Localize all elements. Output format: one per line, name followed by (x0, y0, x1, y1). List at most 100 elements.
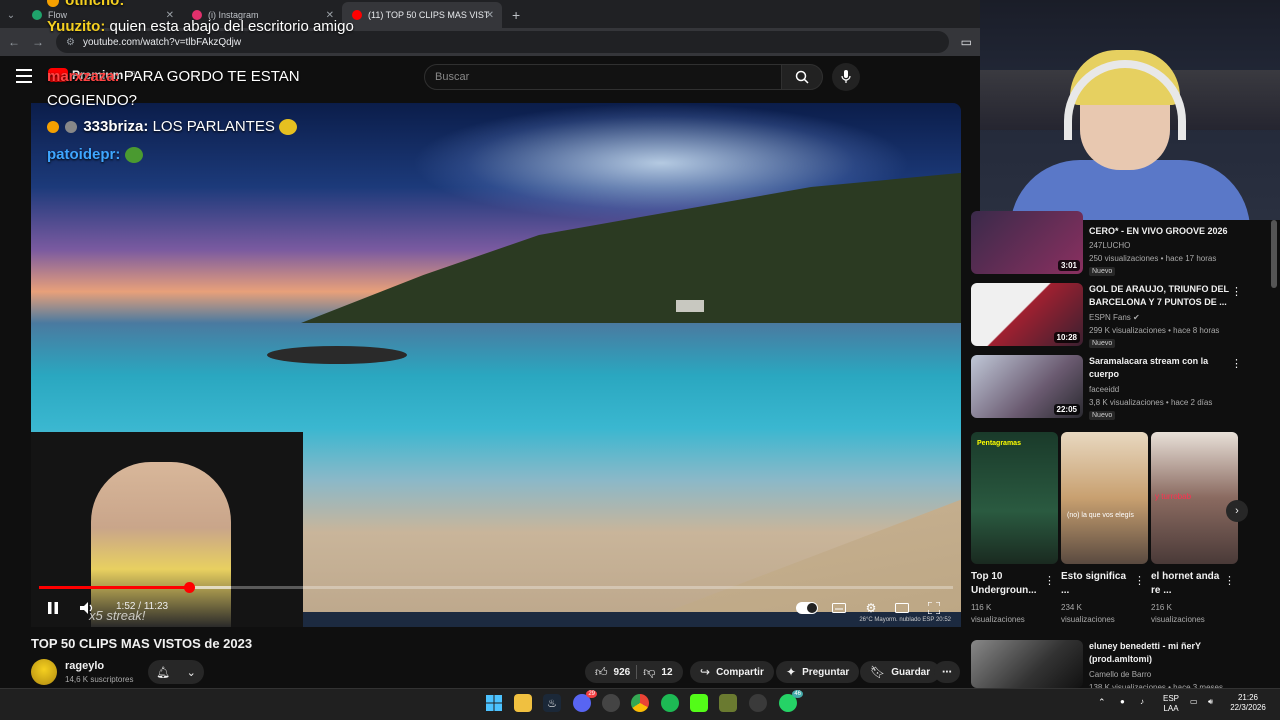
search-input[interactable]: Buscar (424, 64, 782, 90)
short-thumbnail[interactable]: Pentagramas (971, 432, 1058, 564)
recommendation-item[interactable]: 10:28 GOL DE ARAUJO, TRIUNFO DEL BARCELO… (971, 283, 1271, 349)
time-display: 1:52 / 11:23 (116, 601, 169, 612)
back-arrow-icon[interactable]: ← (8, 35, 20, 49)
progress-scrubber[interactable] (183, 582, 195, 593)
new-tab-button[interactable]: + (502, 2, 530, 28)
recommendation-title[interactable]: Saramalacara stream con la cuerpo (1089, 355, 1229, 381)
video-thumbnail[interactable]: 22:05 (971, 355, 1083, 418)
more-vertical-icon[interactable]: ⋮ (1134, 574, 1145, 587)
channel-avatar[interactable] (31, 659, 57, 685)
app-icon[interactable] (602, 694, 620, 712)
short-title[interactable]: el hornet anda re ... (1151, 570, 1223, 598)
notification-bell-button[interactable]: 🔔︎ ⌄ (148, 660, 204, 684)
short-title[interactable]: Top 10 Undergroun... (971, 570, 1043, 598)
search-button[interactable] (781, 64, 823, 90)
minecraft-icon[interactable] (719, 694, 737, 712)
dislike-count[interactable]: 12 (661, 667, 672, 678)
like-count[interactable]: 926 (614, 667, 631, 678)
chat-message: otincho: (47, 0, 124, 9)
subtitles-button[interactable] (830, 598, 848, 618)
more-vertical-icon[interactable]: ⋮ (1231, 357, 1242, 370)
streamer-webcam (980, 0, 1280, 220)
progress-bar[interactable] (39, 582, 953, 593)
autoplay-toggle[interactable] (796, 602, 818, 614)
network-icon[interactable]: ▭ (1190, 697, 1198, 707)
pause-button[interactable] (44, 598, 62, 618)
recommendation-item[interactable]: 3:01 CERO* - EN VIVO GROOVE 2026 247LUCH… (971, 211, 1271, 277)
notification-badge: 29 (586, 690, 597, 698)
share-button[interactable]: ↪ Compartir (690, 661, 774, 683)
recommendation-title[interactable]: GOL DE ARAUJO, TRIUNFO DEL BARCELONA Y 7… (1089, 283, 1229, 309)
recommendation-channel[interactable]: ESPN Fans ✔ (1089, 313, 1140, 322)
steam-icon[interactable]: ♨ (543, 694, 561, 712)
video-thumbnail[interactable] (971, 640, 1083, 688)
video-thumbnail[interactable]: 10:28 (971, 283, 1083, 346)
chat-badge-icon (47, 0, 59, 8)
spotify-icon[interactable] (661, 694, 679, 712)
file-explorer-icon[interactable] (514, 694, 532, 712)
close-icon[interactable]: ✕ (486, 10, 494, 21)
voice-search-button[interactable] (832, 63, 860, 91)
chat-message: marxzaza: PARA GORDO TE ESTAN (47, 68, 300, 85)
chat-text: quien esta abajo del escritorio amigo (109, 18, 354, 35)
ccleaner-icon[interactable] (749, 694, 767, 712)
theater-mode-button[interactable] (893, 598, 911, 618)
recommendation-item[interactable]: 22:05 Saramalacara stream con la cuerpo … (971, 355, 1271, 421)
short-thumbnail[interactable]: y turrobab (1151, 432, 1238, 564)
video-player[interactable]: x5 streak! (31, 103, 961, 627)
chat-text: PARA GORDO TE ESTAN (123, 68, 300, 85)
settings-button[interactable]: ⚙ (862, 598, 880, 618)
views-unit: visualizaciones (1151, 615, 1205, 624)
recommendation-title[interactable]: eluney benedetti - mi ñerY (prod.amltomi… (1089, 640, 1229, 666)
microphone-icon (841, 70, 851, 83)
thumbs-down-icon[interactable]: 👎︎ (643, 665, 655, 680)
views-count: 234 K (1061, 603, 1082, 612)
volume-button[interactable] (78, 598, 96, 618)
save-button[interactable]: 🔖︎ Guardar (860, 661, 941, 683)
more-actions-button[interactable]: ⋯ (934, 661, 960, 683)
chat-badge-icon (65, 121, 78, 134)
share-label: Compartir (716, 666, 764, 678)
tab-youtube[interactable]: (11) TOP 50 CLIPS MAS VIST ✕ (342, 2, 502, 28)
recommendation-channel[interactable]: faceeidd (1089, 385, 1119, 394)
language-indicator[interactable]: ESP LAA (1163, 694, 1179, 714)
chat-message: 333briza: LOS PARLANTES (47, 118, 297, 136)
chevron-right-icon: › (1235, 505, 1239, 517)
shorts-next-button[interactable]: › (1226, 500, 1248, 522)
hamburger-menu-icon[interactable] (16, 69, 32, 83)
thumbs-up-icon[interactable]: 👍︎ (595, 665, 608, 680)
views-unit: visualizaciones (971, 615, 1025, 624)
recommendation-title[interactable]: CERO* - EN VIVO GROOVE 2026 (1089, 225, 1229, 238)
whatsapp-icon[interactable]: 46 (779, 690, 803, 712)
volume-icon[interactable]: 🔊︎ (1208, 697, 1213, 707)
tray-overflow-chevron-icon[interactable]: ⌃ (1098, 697, 1106, 707)
recommendation-channel[interactable]: Camello de Barro (1089, 670, 1151, 679)
fullscreen-button[interactable] (925, 598, 943, 618)
clock-date: 22/3/2026 (1230, 703, 1266, 712)
chat-message: patoidepr: (47, 146, 143, 164)
recommendation-channel[interactable]: 247LUCHO (1089, 241, 1130, 250)
short-title[interactable]: Esto significa ... (1061, 570, 1133, 598)
more-vertical-icon[interactable]: ⋮ (1231, 285, 1242, 298)
short-views: 234 K visualizaciones (1061, 602, 1115, 626)
cast-icon[interactable]: ▭ (961, 35, 972, 49)
sidebar-scrollbar[interactable] (1271, 220, 1277, 288)
more-vertical-icon[interactable]: ⋮ (1224, 574, 1235, 587)
site-info-icon[interactable]: ⚙ (66, 37, 75, 48)
more-vertical-icon[interactable]: ⋮ (1044, 574, 1055, 587)
windows-start-icon[interactable] (485, 694, 503, 712)
channel-name[interactable]: rageylo (65, 660, 104, 672)
forward-arrow-icon[interactable]: → (32, 35, 44, 49)
short-overlay-text: y turrobab (1155, 492, 1192, 501)
ask-button[interactable]: ✦ Preguntar (776, 661, 860, 683)
video-thumbnail[interactable]: 3:01 (971, 211, 1083, 274)
discord-icon[interactable]: 29 (573, 690, 597, 712)
tray-security-icon[interactable]: ● (1120, 697, 1125, 707)
kick-icon[interactable] (690, 694, 708, 712)
chrome-icon[interactable] (631, 694, 649, 712)
tray-microphone-icon[interactable]: ♪ (1140, 697, 1144, 707)
short-thumbnail[interactable]: (no) la que vos elegís (1061, 432, 1148, 564)
progress-played (39, 586, 189, 589)
tab-search-chevron-icon[interactable]: ⌄ (0, 2, 22, 28)
clock[interactable]: 21:26 22/3/2026 (1226, 693, 1270, 713)
